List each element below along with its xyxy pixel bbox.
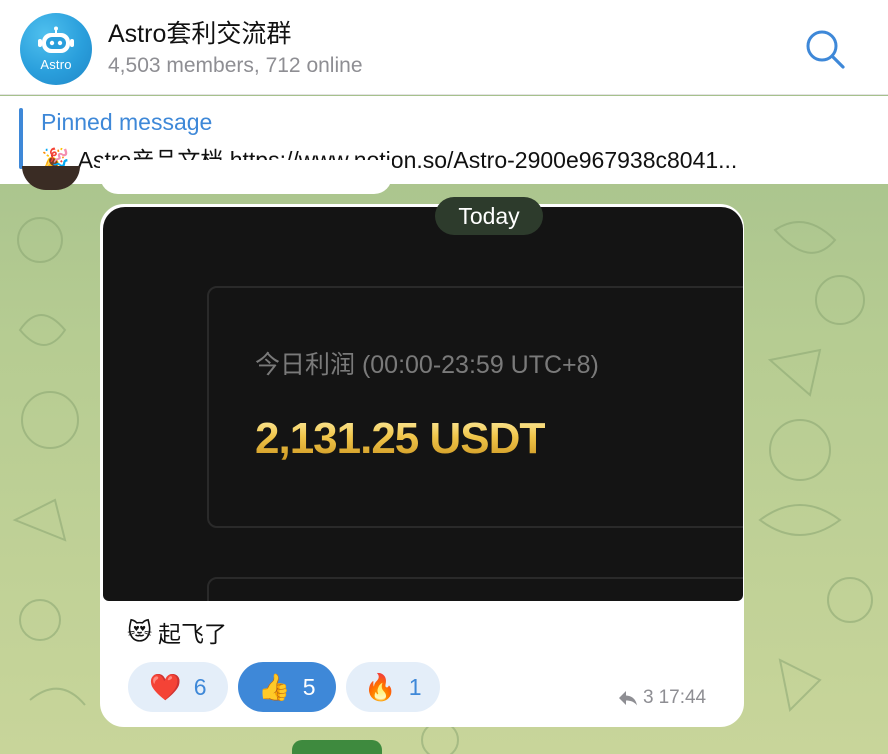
- profit-label: 今日利润 (00:00-23:59 UTC+8): [255, 351, 599, 379]
- member-count: 4,503 members, 712 online: [108, 54, 363, 77]
- heart-eyes-cat-icon: 😻: [127, 618, 153, 646]
- message-time: 17:44: [658, 687, 707, 708]
- search-button[interactable]: [800, 24, 850, 74]
- secondary-card: [207, 577, 743, 601]
- heart-icon: ❤️: [149, 671, 182, 702]
- chat-title[interactable]: Astro套利交流群: [108, 14, 291, 50]
- message-caption: 😻 起飞了: [127, 615, 227, 649]
- group-avatar[interactable]: Astro: [20, 13, 92, 85]
- message-bubble[interactable]: Today 今日利润 (00:00-23:59 UTC+8) 2,131.25 …: [100, 197, 744, 727]
- forward-count: 3: [643, 687, 654, 708]
- thumbs-up-icon: 👍: [258, 671, 291, 702]
- search-icon: [806, 30, 845, 69]
- date-separator: Today: [435, 197, 543, 235]
- reaction-count: 5: [302, 673, 316, 700]
- previous-message-bubble[interactable]: [100, 160, 392, 194]
- fire-icon: 🔥: [364, 671, 397, 702]
- chat-header: Astro Astro套利交流群 4,503 members, 712 onli…: [0, 0, 888, 95]
- message-meta: 3 17:44: [617, 687, 706, 709]
- avatar-label: Astro: [40, 57, 72, 72]
- reaction-fire[interactable]: 🔥 1: [346, 662, 440, 712]
- reaction-thumbs-up[interactable]: 👍 5: [238, 662, 336, 712]
- robot-icon: [38, 26, 74, 53]
- caption-text: 起飞了: [158, 621, 228, 647]
- profit-card: [207, 286, 743, 528]
- reaction-count: 1: [408, 673, 422, 700]
- message-photo[interactable]: 今日利润 (00:00-23:59 UTC+8) 2,131.25 USDT: [103, 207, 743, 601]
- forward-icon: [619, 691, 637, 706]
- next-message-sticker[interactable]: [292, 740, 382, 754]
- reaction-heart[interactable]: ❤️ 6: [128, 662, 228, 712]
- pinned-accent-bar: [19, 108, 23, 169]
- reaction-count: 6: [193, 673, 207, 700]
- pinned-title: Pinned message: [41, 109, 213, 135]
- profit-value: 2,131.25 USDT: [255, 414, 546, 463]
